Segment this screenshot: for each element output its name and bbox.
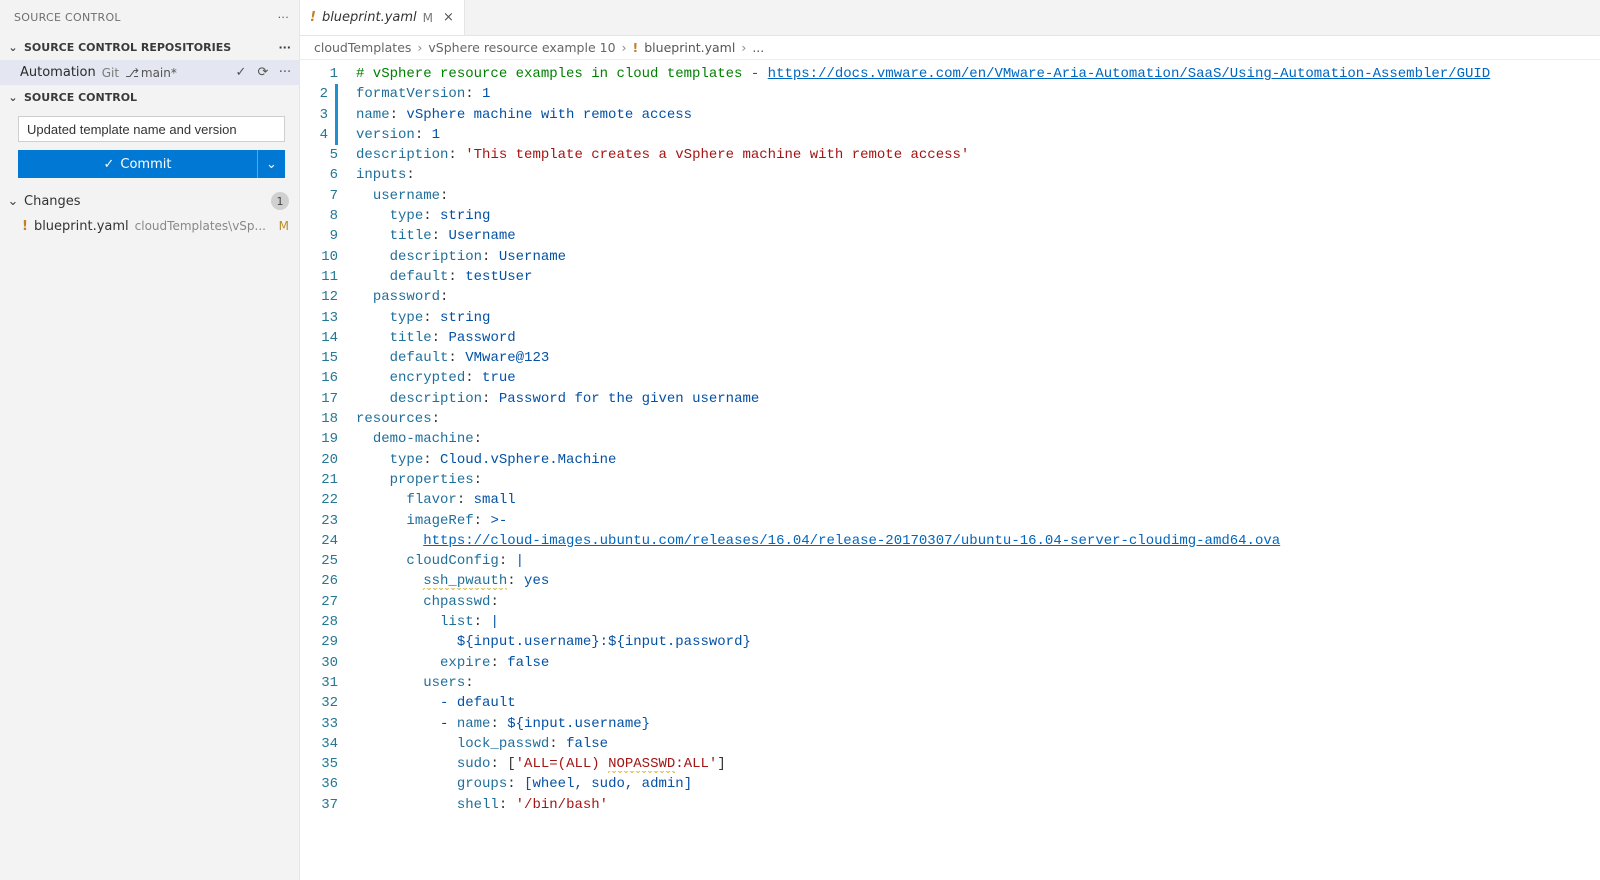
tab-file-name: blueprint.yaml	[322, 10, 417, 25]
check-icon: ✓	[104, 157, 115, 172]
breadcrumb-part[interactable]: vSphere resource example 10	[428, 40, 615, 55]
repo-row[interactable]: Automation Git ⎇ main* ✓ ⟳ ···	[0, 60, 299, 85]
repo-more-icon[interactable]: ···	[277, 65, 293, 80]
branch-icon: ⎇	[125, 66, 139, 80]
branch-name: main*	[141, 66, 177, 80]
repo-scm: Git	[102, 66, 119, 80]
warning-icon: !	[310, 10, 316, 25]
scm-section-label: SOURCE CONTROL	[24, 91, 137, 104]
editor-area: ! blueprint.yaml M × cloudTemplates › vS…	[300, 0, 1600, 880]
panel-more-icon[interactable]: ···	[278, 11, 289, 24]
changed-file-name: blueprint.yaml	[34, 219, 129, 234]
commit-button-label: Commit	[120, 157, 171, 172]
chevron-down-icon: ⌄	[6, 41, 20, 54]
code-editor[interactable]: 1234567891011121314151617181920212223242…	[300, 60, 1600, 880]
commit-dropdown-button[interactable]: ⌄	[257, 150, 285, 178]
repos-section-label: SOURCE CONTROL REPOSITORIES	[24, 41, 231, 54]
refresh-icon[interactable]: ⟳	[255, 65, 271, 80]
commit-button-row: ✓ Commit ⌄	[18, 150, 285, 178]
warning-icon: !	[22, 219, 28, 234]
changed-file-row[interactable]: ! blueprint.yaml cloudTemplates\vSp... M	[0, 214, 299, 238]
commit-message-input[interactable]	[18, 116, 285, 142]
tab-bar: ! blueprint.yaml M ×	[300, 0, 1600, 36]
line-gutter: 1234567891011121314151617181920212223242…	[300, 60, 348, 880]
close-icon[interactable]: ×	[439, 10, 454, 25]
chevron-right-icon: ›	[622, 40, 627, 55]
warning-icon: !	[633, 40, 639, 55]
changed-file-status: M	[279, 219, 289, 233]
chevron-right-icon: ›	[417, 40, 422, 55]
repos-more-icon[interactable]: ···	[278, 41, 291, 54]
chevron-down-icon: ⌄	[6, 91, 20, 104]
repos-section-header[interactable]: ⌄ SOURCE CONTROL REPOSITORIES ···	[0, 35, 299, 60]
breadcrumb-part[interactable]: cloudTemplates	[314, 40, 411, 55]
commit-button[interactable]: ✓ Commit	[18, 150, 257, 178]
changes-label: Changes	[24, 194, 267, 209]
chevron-down-icon: ⌄	[6, 194, 20, 209]
check-icon[interactable]: ✓	[233, 65, 249, 80]
repo-name: Automation	[20, 65, 96, 80]
breadcrumb-file[interactable]: blueprint.yaml	[644, 40, 735, 55]
scm-section-header[interactable]: ⌄ SOURCE CONTROL	[0, 85, 299, 110]
code-content[interactable]: # vSphere resource examples in cloud tem…	[348, 60, 1600, 880]
commit-message-box	[18, 116, 285, 142]
chevron-down-icon: ⌄	[266, 157, 277, 172]
branch-indicator[interactable]: ⎇ main*	[125, 66, 177, 80]
breadcrumb[interactable]: cloudTemplates › vSphere resource exampl…	[300, 36, 1600, 60]
tab-blueprint[interactable]: ! blueprint.yaml M ×	[300, 0, 465, 35]
panel-title-row: SOURCE CONTROL ···	[0, 0, 299, 35]
changes-count-badge: 1	[271, 192, 289, 210]
tab-status: M	[423, 11, 433, 25]
chevron-right-icon: ›	[741, 40, 746, 55]
changes-header[interactable]: ⌄ Changes 1	[0, 188, 299, 214]
source-control-sidebar: SOURCE CONTROL ··· ⌄ SOURCE CONTROL REPO…	[0, 0, 300, 880]
changed-file-path: cloudTemplates\vSp...	[135, 219, 273, 233]
panel-title: SOURCE CONTROL	[14, 11, 121, 24]
breadcrumb-symbol[interactable]: ...	[752, 40, 764, 55]
